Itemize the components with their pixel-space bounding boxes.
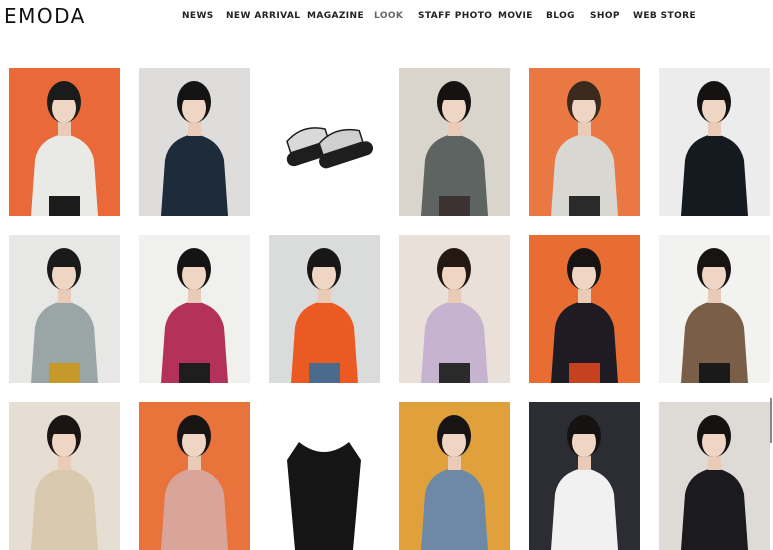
product-photo-garment[interactable]: [269, 402, 380, 550]
look-photo[interactable]: [139, 235, 250, 383]
look-photo[interactable]: [659, 68, 770, 216]
look-photo[interactable]: [139, 68, 250, 216]
look-photo[interactable]: [529, 235, 640, 383]
look-photo[interactable]: [659, 235, 770, 383]
look-photo[interactable]: [269, 235, 380, 383]
site-header: EMODA NEWS NEW ARRIVAL MAGAZINE LOOK STA…: [0, 0, 773, 36]
photo-image: [269, 402, 380, 550]
photo-image: [269, 68, 380, 216]
nav-look[interactable]: LOOK: [374, 11, 403, 21]
look-photo[interactable]: [529, 68, 640, 216]
photo-image: [9, 402, 120, 550]
photo-image: [139, 235, 250, 383]
photo-image: [529, 235, 640, 383]
look-photo[interactable]: [9, 402, 120, 550]
photo-image: [139, 68, 250, 216]
look-photo[interactable]: [659, 402, 770, 550]
nav-shop[interactable]: SHOP: [590, 11, 620, 21]
look-photo[interactable]: [9, 68, 120, 216]
photo-image: [659, 402, 770, 550]
look-photo[interactable]: [139, 402, 250, 550]
nav-magazine[interactable]: MAGAZINE: [307, 11, 364, 21]
nav-new-arrival[interactable]: NEW ARRIVAL: [226, 11, 300, 21]
photo-image: [399, 235, 510, 383]
photo-image: [269, 235, 380, 383]
product-photo-sandals[interactable]: [269, 68, 380, 216]
nav-news[interactable]: NEWS: [182, 11, 214, 21]
photo-image: [529, 68, 640, 216]
look-photo[interactable]: [399, 235, 510, 383]
emoda-logo[interactable]: EMODA: [4, 4, 86, 28]
nav-movie[interactable]: MOVIE: [498, 11, 533, 21]
scrollbar-thumb[interactable]: [770, 398, 772, 443]
nav-blog[interactable]: BLOG: [546, 11, 575, 21]
photo-image: [399, 402, 510, 550]
nav-staff-photo[interactable]: STAFF PHOTO: [418, 11, 492, 21]
photo-image: [659, 68, 770, 216]
photo-image: [9, 68, 120, 216]
photo-image: [659, 235, 770, 383]
photo-image: [529, 402, 640, 550]
nav-web-store[interactable]: WEB STORE: [633, 11, 696, 21]
photo-image: [399, 68, 510, 216]
look-photo[interactable]: [399, 402, 510, 550]
look-photo[interactable]: [529, 402, 640, 550]
photo-image: [9, 235, 120, 383]
photo-image: [139, 402, 250, 550]
look-photo[interactable]: [9, 235, 120, 383]
look-photo[interactable]: [399, 68, 510, 216]
